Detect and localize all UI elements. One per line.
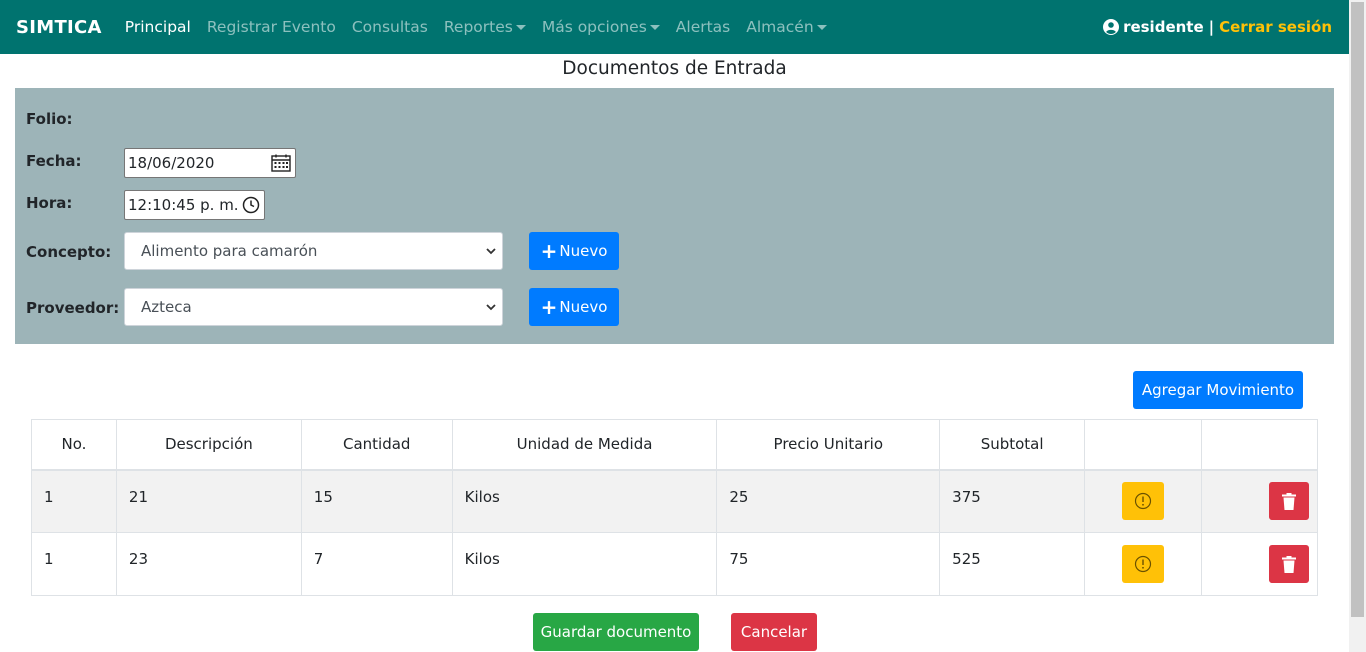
fecha-value: 18/06/2020 <box>128 154 215 172</box>
cell-delete <box>1200 532 1319 596</box>
cancel-button[interactable]: Cancelar <box>731 613 817 651</box>
cell-delete <box>1200 469 1319 533</box>
nav-item-principal[interactable]: Principal <box>125 18 191 36</box>
nav-item-registrar-evento[interactable]: Registrar Evento <box>207 18 336 36</box>
plus-icon: + <box>540 295 558 319</box>
clock-icon[interactable] <box>242 196 260 214</box>
column-header-cantidad: Cantidad <box>300 419 453 471</box>
warning-button[interactable] <box>1122 545 1164 583</box>
cell-precio: 75 <box>716 532 941 596</box>
cell-cantidad: 15 <box>300 469 453 533</box>
exclamation-circle-icon <box>1134 493 1152 510</box>
cell-edit <box>1084 532 1202 596</box>
cell-cantidad: 7 <box>300 532 453 596</box>
page-title: Documentos de Entrada <box>562 58 787 79</box>
nav-item-consultas[interactable]: Consultas <box>352 18 428 36</box>
column-header-descripcion: Descripción <box>115 419 302 471</box>
trash-icon <box>1282 492 1297 510</box>
column-header-delete <box>1200 419 1319 471</box>
nav-item-almacen[interactable]: Almacén <box>746 18 827 36</box>
folio-label: Folio: <box>26 110 73 128</box>
nav-item-label: Más opciones <box>541 18 647 36</box>
column-header-edit <box>1084 419 1202 471</box>
user-name: residente <box>1123 18 1204 36</box>
cell-no: 1 <box>31 532 117 596</box>
column-header-precio: Precio Unitario <box>716 419 941 471</box>
nav-item-label: Principal <box>124 18 191 36</box>
plus-icon: + <box>540 239 558 263</box>
cell-unidad: Kilos <box>451 469 718 533</box>
nav-item-label: Consultas <box>351 18 428 36</box>
hora-label: Hora: <box>26 194 73 212</box>
cell-edit <box>1084 469 1202 533</box>
hora-time-input[interactable]: 12:10:45 p. m. <box>124 190 265 220</box>
column-header-no: No. <box>31 419 117 471</box>
cell-unidad: Kilos <box>451 532 718 596</box>
nav-item-label: Alertas <box>675 18 731 36</box>
brand-logo[interactable]: SIMTICA <box>16 17 102 38</box>
user-circle-icon <box>1103 19 1120 35</box>
caret-down-icon <box>515 24 526 30</box>
column-header-unidad: Unidad de Medida <box>451 419 718 471</box>
cell-precio: 25 <box>716 469 941 533</box>
exclamation-circle-icon <box>1134 555 1152 573</box>
movements-table: No. Descripción Cantidad Unidad de Medid… <box>31 419 1319 596</box>
caret-down-icon <box>816 24 827 30</box>
add-movement-button[interactable]: Agregar Movimiento <box>1133 371 1303 409</box>
cell-descripcion: 23 <box>115 532 302 596</box>
chevron-down-icon <box>486 248 496 255</box>
cell-no: 1 <box>31 469 117 533</box>
hora-value: 12:10:45 p. m. <box>128 196 239 214</box>
nav-item-alertas[interactable]: Alertas <box>676 18 730 36</box>
delete-button[interactable] <box>1269 545 1310 583</box>
proveedor-select[interactable]: Azteca <box>124 288 503 326</box>
nav-item-label: Registrar Evento <box>206 18 336 36</box>
document-form-panel: Folio: Fecha: 18/06/2020 Hora: 12:10:45 … <box>15 88 1334 344</box>
trash-icon <box>1282 555 1297 573</box>
fecha-date-input[interactable]: 18/06/2020 <box>124 148 296 178</box>
logout-link[interactable]: Cerrar sesión <box>1219 18 1332 36</box>
cell-descripcion: 21 <box>115 469 302 533</box>
concepto-selected-value: Alimento para camarón <box>141 242 318 260</box>
nav-item-label: Almacén <box>746 18 814 36</box>
new-button-label: Nuevo <box>559 298 608 316</box>
column-header-subtotal: Subtotal <box>939 419 1086 471</box>
table-header-row: No. Descripción Cantidad Unidad de Medid… <box>31 419 1319 471</box>
vertical-scrollbar[interactable] <box>1349 0 1366 652</box>
top-navbar: SIMTICA Principal Registrar Evento Consu… <box>0 0 1349 54</box>
concepto-select[interactable]: Alimento para camarón <box>124 232 503 270</box>
cell-subtotal: 375 <box>939 469 1086 533</box>
new-button-label: Nuevo <box>559 242 608 260</box>
proveedor-selected-value: Azteca <box>141 298 192 316</box>
table-row: 1 21 15 Kilos 25 375 <box>31 469 1319 533</box>
nav-item-reportes[interactable]: Reportes <box>444 18 526 36</box>
nav-item-label: Reportes <box>443 18 513 36</box>
cell-subtotal: 525 <box>939 532 1086 596</box>
user-area: residente | Cerrar sesión <box>1103 0 1332 54</box>
scrollbar-thumb[interactable] <box>1351 2 1364 617</box>
delete-button[interactable] <box>1269 482 1310 521</box>
nav-item-mas-opciones[interactable]: Más opciones <box>542 18 660 36</box>
proveedor-label: Proveedor: <box>26 299 120 317</box>
chevron-down-icon <box>486 304 496 311</box>
new-concepto-button[interactable]: + Nuevo <box>529 232 619 270</box>
new-proveedor-button[interactable]: + Nuevo <box>529 288 619 326</box>
fecha-label: Fecha: <box>26 152 82 170</box>
nav-separator: | <box>1208 18 1215 36</box>
calendar-icon[interactable] <box>271 154 291 172</box>
concepto-label: Concepto: <box>26 243 112 261</box>
warning-button[interactable] <box>1122 482 1164 521</box>
caret-down-icon <box>649 24 660 30</box>
table-row: 1 23 7 Kilos 75 525 <box>31 532 1319 596</box>
save-document-button[interactable]: Guardar documento <box>533 613 699 651</box>
